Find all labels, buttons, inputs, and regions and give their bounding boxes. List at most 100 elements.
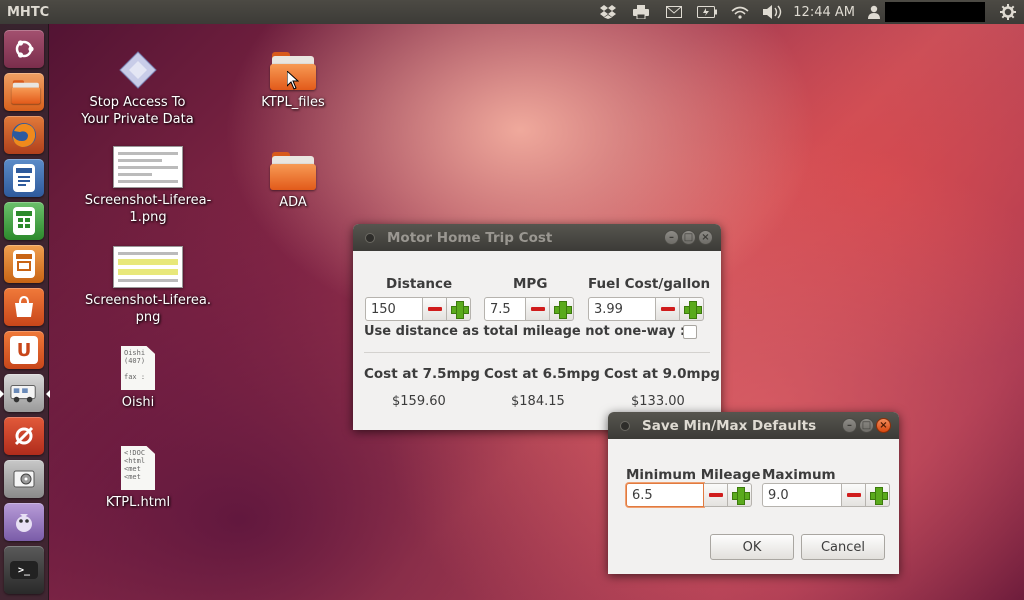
user-icon[interactable] xyxy=(865,0,883,24)
distance-label: Distance xyxy=(386,276,453,292)
mpg-label: MPG xyxy=(513,276,548,292)
active-window-indicator xyxy=(46,390,50,398)
min-mileage-decrement-button[interactable] xyxy=(704,483,728,507)
max-mileage-increment-button[interactable] xyxy=(866,483,890,507)
max-mileage-decrement-button[interactable] xyxy=(842,483,866,507)
round-trip-checkbox[interactable] xyxy=(683,325,697,339)
maximize-button[interactable]: □ xyxy=(681,230,696,245)
fuel-cost-increment-button[interactable] xyxy=(680,297,704,321)
desktop-icon-stop-access[interactable]: Stop Access To Your Private Data xyxy=(70,50,205,128)
mpg-input[interactable] xyxy=(484,297,526,321)
ubuntu-logo-icon xyxy=(10,35,38,63)
dropbox-icon[interactable] xyxy=(591,0,624,24)
distance-spinner xyxy=(365,297,471,321)
ubuntu-one-icon: U xyxy=(10,336,38,364)
mail-icon[interactable] xyxy=(657,0,690,24)
min-mileage-increment-button[interactable] xyxy=(728,483,752,507)
trip-cost-titlebar[interactable]: Motor Home Trip Cost – □ × xyxy=(353,224,721,251)
cost-label-3: Cost at 9.0mpg xyxy=(604,366,720,382)
mpg-increment-button[interactable] xyxy=(550,297,574,321)
desktop-icon-oishi[interactable]: Oishi (407) fax : Oishi xyxy=(98,346,178,411)
volume-icon[interactable] xyxy=(756,0,789,24)
max-mileage-spinner xyxy=(762,483,890,507)
launcher-impress[interactable] xyxy=(4,245,44,283)
desktop-icon-label: Stop Access To Your Private Data xyxy=(81,95,194,127)
close-button[interactable]: × xyxy=(698,230,713,245)
minus-icon xyxy=(427,307,442,311)
desktop-icon-screenshot-liferea-1[interactable]: Screenshot-Liferea- 1.png xyxy=(78,146,218,226)
maximize-button[interactable]: □ xyxy=(859,418,874,433)
redacted-username[interactable] xyxy=(885,2,985,22)
window-menu-icon[interactable] xyxy=(620,420,630,431)
gear-icon[interactable] xyxy=(991,0,1024,24)
launcher-motor-home-app[interactable] xyxy=(0,374,50,412)
desktop-icon-screenshot-liferea[interactable]: Screenshot-Liferea. png xyxy=(78,246,218,326)
desktop-icon-label: Screenshot-Liferea. png xyxy=(84,293,212,325)
wrench-icon xyxy=(10,422,38,450)
minimize-button[interactable]: – xyxy=(664,230,679,245)
round-trip-checkbox-label: Use distance as total mileage not one-wa… xyxy=(364,324,686,339)
launcher: U >_ xyxy=(0,24,50,600)
image-thumbnail-icon xyxy=(113,246,183,288)
desktop-icon-ada[interactable]: ADA xyxy=(248,152,338,211)
launcher-ubuntu-one[interactable]: U xyxy=(4,331,44,369)
document-icon xyxy=(13,164,35,192)
launcher-writer[interactable] xyxy=(4,159,44,197)
cancel-button[interactable]: Cancel xyxy=(801,534,885,560)
minus-icon xyxy=(530,307,545,311)
distance-increment-button[interactable] xyxy=(447,297,471,321)
presentation-icon xyxy=(13,250,35,278)
min-mileage-input[interactable] xyxy=(626,483,704,507)
launcher-calc[interactable] xyxy=(4,202,44,240)
defaults-dialog: Save Min/Max Defaults – □ × Minimum Mile… xyxy=(608,412,899,574)
dialog-title: Save Min/Max Defaults xyxy=(642,417,817,434)
distance-input[interactable] xyxy=(365,297,423,321)
clock[interactable]: 12:44 AM xyxy=(789,5,865,20)
mpg-decrement-button[interactable] xyxy=(526,297,550,321)
fuel-cost-label: Fuel Cost/gallon xyxy=(588,276,711,292)
html-file-icon: <!DOC <html <met <met xyxy=(121,446,155,490)
plus-icon xyxy=(731,487,750,505)
battery-icon[interactable] xyxy=(690,0,723,24)
cost-value-2: $184.15 xyxy=(511,394,565,409)
launcher-software-center[interactable] xyxy=(4,288,44,326)
fuel-cost-decrement-button[interactable] xyxy=(656,297,680,321)
minus-icon xyxy=(708,493,723,497)
distance-decrement-button[interactable] xyxy=(423,297,447,321)
launcher-terminal-stack[interactable]: >_ xyxy=(4,546,44,594)
top-panel: MHTC 12:44 AM xyxy=(0,0,1024,24)
fuel-cost-spinner xyxy=(588,297,704,321)
disk-icon xyxy=(10,465,38,493)
mpg-spinner xyxy=(484,297,574,321)
window-menu-icon[interactable] xyxy=(365,232,375,243)
plus-icon xyxy=(450,301,469,319)
max-mileage-input[interactable] xyxy=(762,483,842,507)
min-mileage-label: Minimum Mileage xyxy=(626,467,761,483)
minus-icon xyxy=(660,307,675,311)
minus-icon xyxy=(846,493,861,497)
launcher-home-folder[interactable] xyxy=(4,73,44,111)
desktop-icon-ktpl-html[interactable]: <!DOC <html <met <met KTPL.html xyxy=(98,446,178,511)
pidgin-icon xyxy=(10,508,38,536)
trip-cost-window: Motor Home Trip Cost – □ × Distance MPG … xyxy=(353,224,721,430)
motor-home-icon xyxy=(10,379,38,407)
launcher-system-settings[interactable] xyxy=(4,417,44,455)
text-file-icon: Oishi (407) fax : xyxy=(121,346,155,390)
desktop-icon-label: Oishi xyxy=(121,395,155,410)
launcher-disk-utility[interactable] xyxy=(4,460,44,498)
spreadsheet-icon xyxy=(13,207,35,235)
cost-value-3: $133.00 xyxy=(631,394,685,409)
separator xyxy=(364,352,710,353)
ok-button[interactable]: OK xyxy=(710,534,794,560)
defaults-dialog-titlebar[interactable]: Save Min/Max Defaults – □ × xyxy=(608,412,899,439)
launcher-firefox[interactable] xyxy=(4,116,44,154)
wifi-icon[interactable] xyxy=(723,0,756,24)
launcher-pidgin[interactable] xyxy=(4,503,44,541)
close-button[interactable]: × xyxy=(876,418,891,433)
minimize-button[interactable]: – xyxy=(842,418,857,433)
printer-icon[interactable] xyxy=(624,0,657,24)
fuel-cost-input[interactable] xyxy=(588,297,656,321)
firefox-icon xyxy=(10,121,38,149)
launcher-dash[interactable] xyxy=(4,30,44,68)
cost-label-1: Cost at 7.5mpg xyxy=(364,366,480,382)
